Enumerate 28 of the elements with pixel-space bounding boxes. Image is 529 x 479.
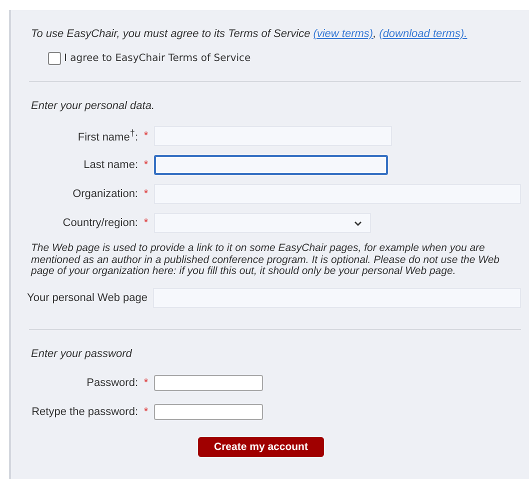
required-mark: * [144, 406, 148, 418]
create-account-button[interactable]: Create my account [198, 436, 324, 456]
required-mark: * [144, 130, 148, 142]
input-field[interactable] [154, 154, 388, 174]
terms-text: To use EasyChair, you must agree to its Terms of Service [31, 28, 310, 40]
field-label: Organization: [72, 188, 138, 200]
separator-text: , [373, 28, 376, 40]
terms-link[interactable]: (download terms). [379, 28, 468, 40]
field-label: Your personal Web page [27, 292, 148, 304]
checkbox[interactable] [48, 52, 61, 65]
required-mark: * [144, 216, 148, 228]
password-field[interactable] [154, 404, 263, 420]
country-select[interactable] [154, 212, 371, 232]
password-field[interactable] [154, 375, 263, 391]
chevron-icon [354, 220, 362, 226]
section-heading: Enter your personal data. [31, 100, 156, 112]
required-mark: * [144, 377, 148, 389]
section-heading: Enter your password [31, 348, 134, 360]
field-label: Last name: [82, 158, 138, 170]
field-label: First name$^{†}$: [76, 128, 138, 144]
terms-link[interactable]: (view terms) [313, 28, 374, 40]
field-label: Country/region: [62, 216, 138, 228]
checkbox-label[interactable]: I agree to EasyChair Terms of Service [64, 53, 251, 64]
field-label: Password: [86, 377, 138, 389]
web-page-note: The Web page is used to provide a link to it on some EasyChair pages, for example when you are mentioned as an author in a published conference program. It is optional. Please do not use the Web page of your organization here: if you fill this out, it should only be your personal Web page. [31, 243, 501, 278]
required-mark: * [144, 158, 148, 170]
field-label: Retype the password: [31, 406, 138, 418]
required-mark: * [144, 188, 148, 200]
